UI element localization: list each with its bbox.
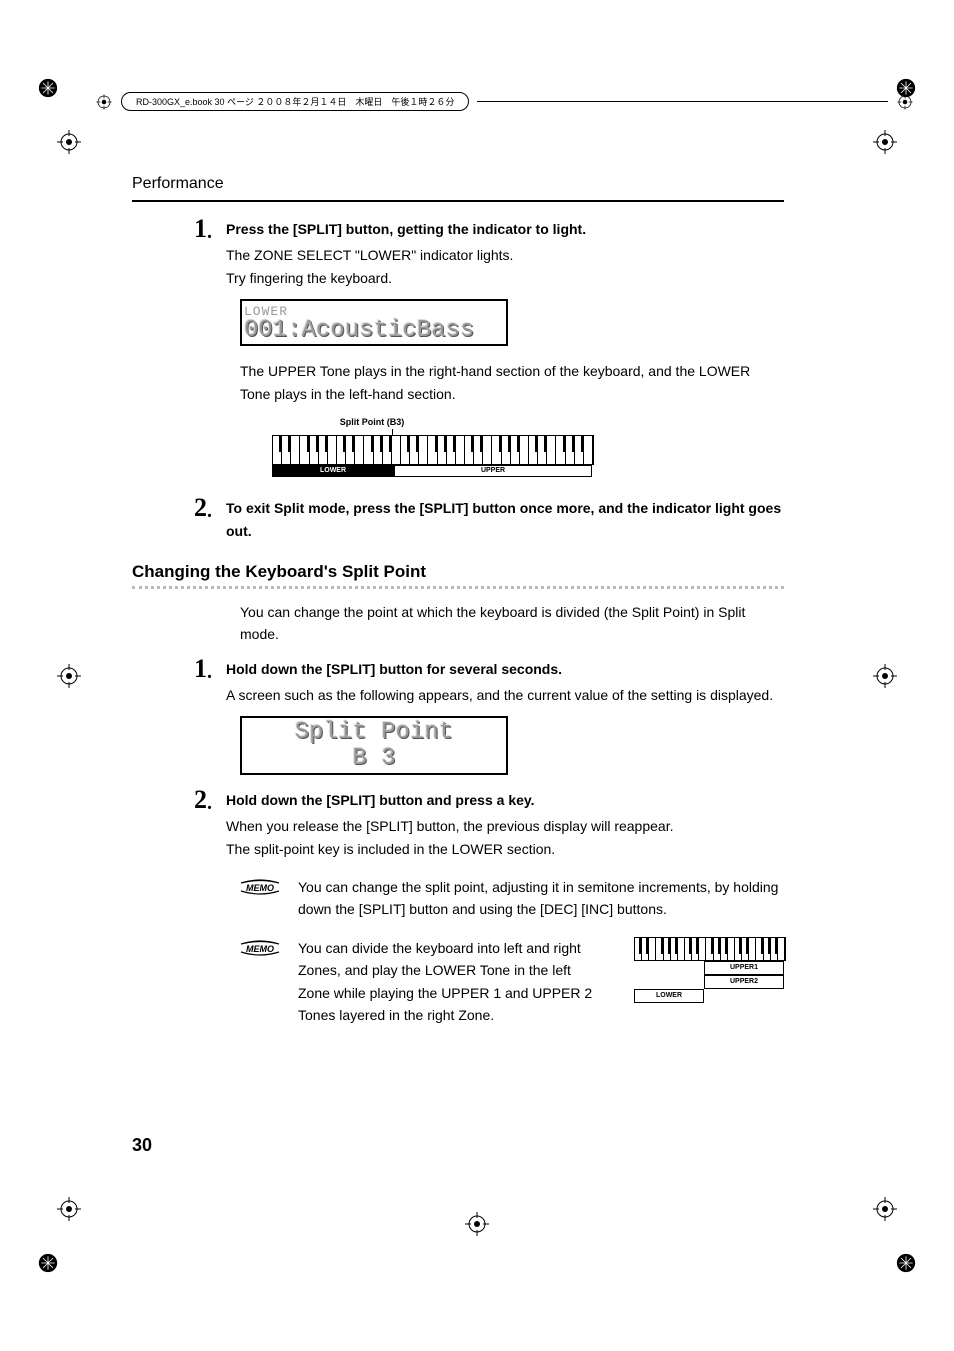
keyboard-keys — [272, 435, 594, 465]
svg-text:MEMO: MEMO — [246, 944, 274, 954]
keyboard-zones-diagram: UPPER1 UPPER2 LOWER — [634, 937, 784, 1003]
step-number: 1 — [132, 656, 212, 682]
step-lead: Hold down the [SPLIT] button for several… — [226, 658, 784, 680]
header-text: RD-300GX_e.book 30 ページ ２００８年２月１４日 木曜日 午後… — [121, 92, 469, 111]
memo-note: MEMO You can change the split point, adj… — [240, 876, 784, 921]
zone-lower: LOWER — [634, 989, 704, 1003]
section-title: Performance — [132, 175, 819, 193]
lcd-line-main: 001:AcousticBass — [244, 318, 504, 343]
sub-intro: You can change the point at which the ke… — [240, 601, 784, 646]
step-text: The ZONE SELECT "LOWER" indicator lights… — [226, 244, 784, 266]
dotted-rule — [132, 586, 784, 589]
step-2: 2 To exit Split mode, press the [SPLIT] … — [132, 497, 784, 546]
step-1: 1 Press the [SPLIT] button, getting the … — [132, 218, 784, 289]
lcd-line-main: B 3 — [244, 746, 504, 771]
zone-upper2: UPPER2 — [704, 975, 784, 989]
page-number: 30 — [132, 1135, 152, 1156]
zone-upper: UPPER — [394, 465, 592, 477]
keyboard-diagram: Split Point (B3) LOWER UPPER — [272, 417, 784, 477]
step-number: 1 — [132, 216, 212, 242]
memo-icon: MEMO — [240, 879, 280, 893]
lcd-display: Split Point B 3 — [240, 716, 508, 774]
split-point-label: Split Point (B3) — [312, 417, 432, 427]
sub-step-2: 2 Hold down the [SPLIT] button and press… — [132, 789, 784, 860]
lcd-display: LOWER 001:AcousticBass — [240, 299, 508, 346]
step-number: 2 — [132, 495, 212, 521]
svg-text:MEMO: MEMO — [246, 883, 274, 893]
step-text: The split-point key is included in the L… — [226, 838, 784, 860]
subsection-heading: Changing the Keyboard's Split Point — [132, 562, 784, 582]
memo-icon: MEMO — [240, 940, 280, 954]
zone-lower: LOWER — [272, 465, 394, 477]
zone-upper1: UPPER1 — [704, 961, 784, 975]
step-number: 2 — [132, 787, 212, 813]
step-after-text: The UPPER Tone plays in the right-hand s… — [240, 360, 784, 405]
memo-text: You can change the split point, adjustin… — [298, 876, 784, 921]
step-text: A screen such as the following appears, … — [226, 684, 784, 706]
sub-step-1: 1 Hold down the [SPLIT] button for sever… — [132, 658, 784, 707]
lcd-line-top: Split Point — [244, 720, 504, 745]
step-text: When you release the [SPLIT] button, the… — [226, 815, 784, 837]
step-lead: To exit Split mode, press the [SPLIT] bu… — [226, 497, 784, 542]
section-rule — [132, 200, 784, 202]
memo-note: MEMO You can divide the keyboard into le… — [240, 937, 784, 1027]
memo-text: You can divide the keyboard into left an… — [298, 937, 606, 1027]
print-header: RD-300GX_e.book 30 ページ ２００８年２月１４日 木曜日 午後… — [95, 92, 914, 111]
step-lead: Press the [SPLIT] button, getting the in… — [226, 218, 784, 240]
step-lead: Hold down the [SPLIT] button and press a… — [226, 789, 784, 811]
step-text: Try fingering the keyboard. — [226, 267, 784, 289]
